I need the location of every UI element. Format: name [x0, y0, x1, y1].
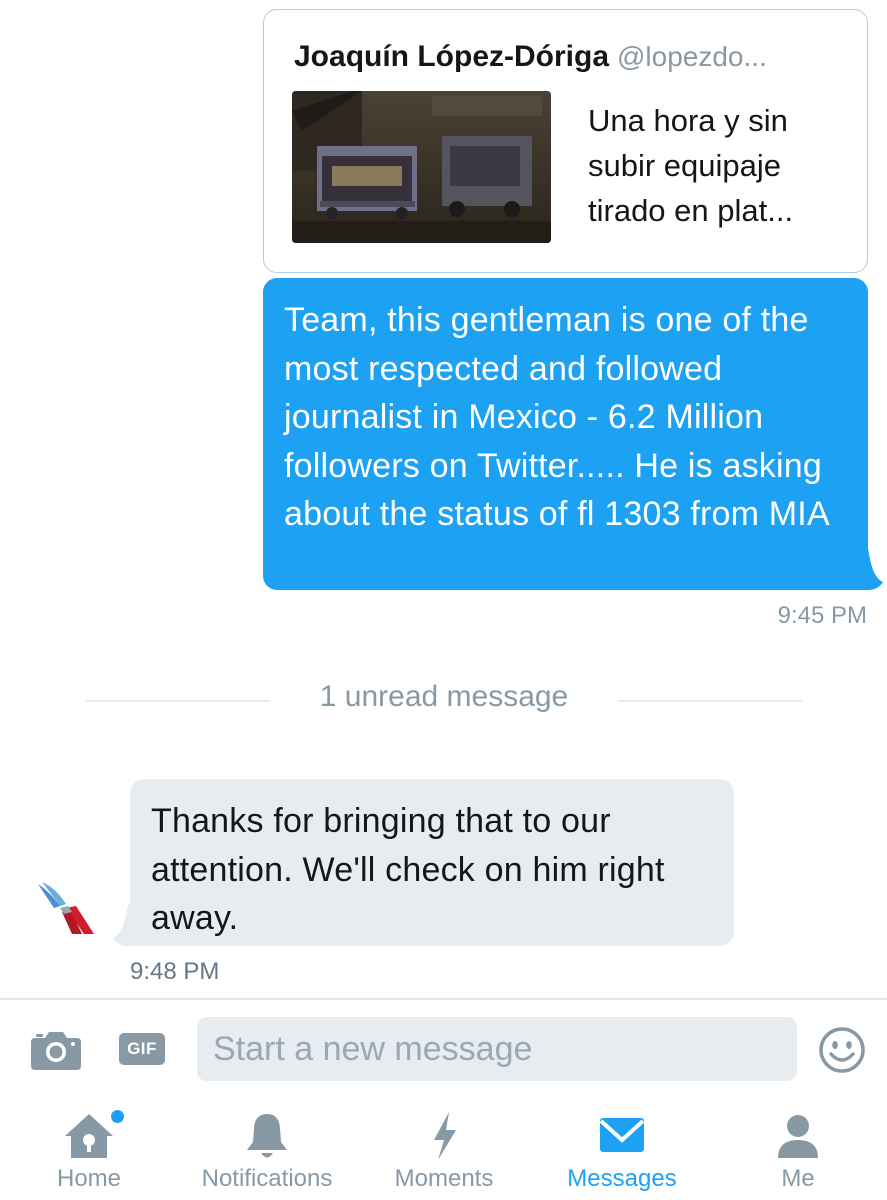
tab-notifications-label: Notifications [201, 1165, 333, 1192]
quoted-tweet-author-handle: @lopezdo... [617, 41, 767, 72]
tab-moments[interactable]: Moments [380, 1098, 508, 1200]
american-airlines-logo-avatar[interactable] [36, 878, 96, 936]
tab-me[interactable]: Me [748, 1098, 848, 1200]
divider-line-left [86, 700, 270, 702]
quoted-tweet-header: Joaquín López-Dóriga @lopezdo... [294, 40, 854, 74]
person-icon [778, 1115, 818, 1158]
gif-button[interactable]: GIF [119, 1033, 165, 1065]
smiley-icon[interactable] [818, 1026, 866, 1074]
tab-home[interactable]: Home [30, 1098, 148, 1200]
home-new-indicator-dot [111, 1110, 124, 1123]
new-message-input[interactable] [197, 1017, 797, 1081]
tab-bar: Home Notifications Moments Messages Me [0, 1098, 887, 1200]
envelope-icon [599, 1118, 645, 1152]
outgoing-message-bubble[interactable]: Team, this gentleman is one of the most … [263, 278, 868, 590]
tab-me-label: Me [781, 1165, 815, 1192]
tab-home-label: Home [56, 1165, 122, 1192]
incoming-message-time: 9:48 PM [130, 958, 220, 985]
lightning-icon [434, 1112, 456, 1160]
quoted-tweet-text: Una hora y sin subir equipaje tirado en … [588, 103, 794, 228]
message-composer: GIF [0, 998, 887, 1098]
tab-notifications[interactable]: Notifications [186, 1098, 348, 1200]
tab-moments-label: Moments [394, 1165, 494, 1192]
incoming-message-bubble[interactable]: Thanks for bringing that to our attentio… [130, 779, 734, 946]
quoted-tweet-image[interactable] [292, 91, 551, 243]
outgoing-message-text: Team, this gentleman is one of the most … [284, 301, 830, 533]
incoming-bubble-tail [113, 904, 136, 946]
incoming-message-text: Thanks for bringing that to our attentio… [151, 802, 665, 937]
tab-messages-label: Messages [567, 1165, 677, 1192]
camera-icon[interactable] [31, 1030, 81, 1070]
unread-divider-label: 1 unread message [319, 680, 569, 713]
outgoing-message-time: 9:45 PM [777, 602, 867, 629]
tab-messages[interactable]: Messages [556, 1098, 688, 1200]
quoted-tweet-card[interactable]: Joaquín López-Dóriga @lopezdo... Una hor… [263, 9, 868, 273]
divider-line-right [618, 700, 802, 702]
outgoing-bubble-tail [860, 548, 883, 590]
quoted-tweet-author-name: Joaquín López-Dóriga [294, 40, 609, 73]
home-icon [65, 1114, 113, 1158]
bell-icon [247, 1114, 287, 1158]
